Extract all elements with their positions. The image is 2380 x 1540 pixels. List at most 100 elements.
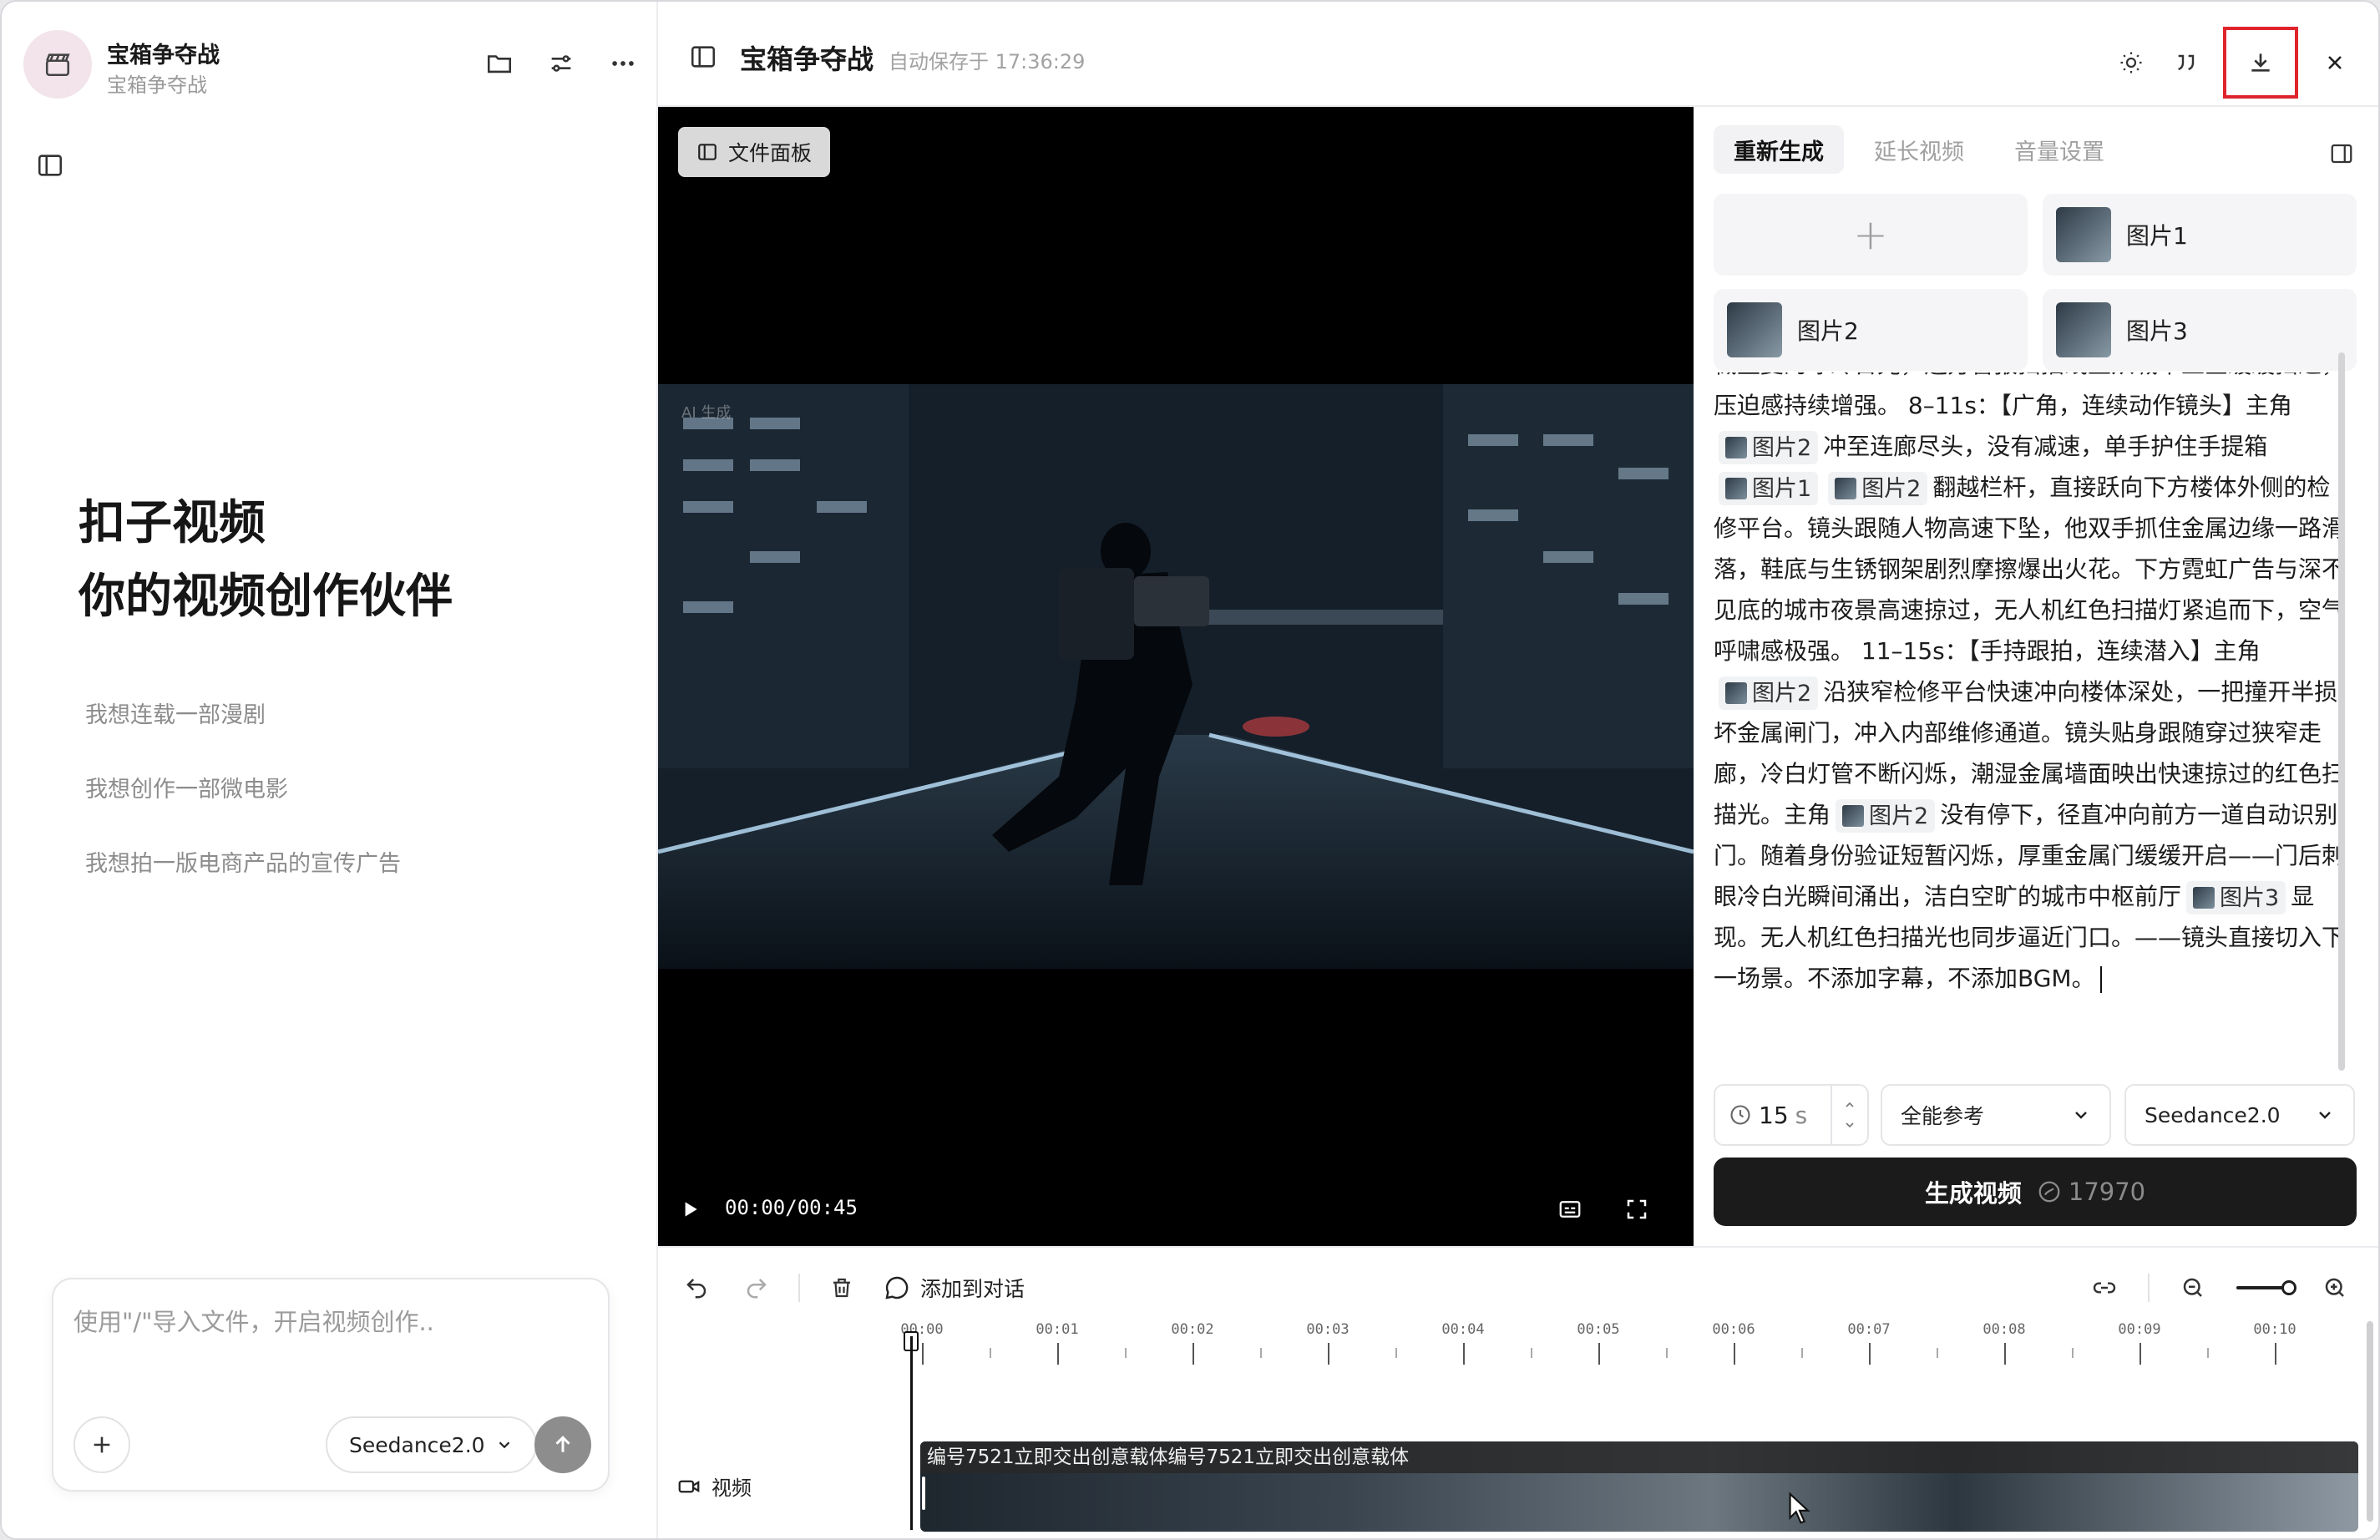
prompt-segment: 械重复的冰冷日光，远方警报扫描线正从城市上空缓缓扫过，压迫感持续增强。 8–11…	[1714, 372, 2345, 419]
settings-button[interactable]	[543, 45, 580, 82]
video-time: 00:00/00:45	[725, 1196, 858, 1219]
theme-button[interactable]	[2113, 44, 2150, 81]
download-button[interactable]	[2223, 27, 2298, 99]
reference-mode-dropdown[interactable]: 全能参考	[1881, 1084, 2111, 1146]
model-label: Seedance2.0	[349, 1432, 485, 1457]
trash-icon	[833, 1278, 850, 1298]
fullscreen-icon	[1627, 1199, 1647, 1219]
zoom-slider-handle[interactable]	[2281, 1280, 2296, 1295]
subtitle-button[interactable]	[1552, 1191, 1588, 1228]
zoom-in-button[interactable]	[2317, 1269, 2353, 1306]
send-button[interactable]	[534, 1416, 591, 1473]
chevron-up-icon[interactable]	[1843, 1098, 1856, 1112]
prompt-segment: 冲至连廊尽头，没有减速，单手护住手提箱	[1823, 433, 2268, 460]
folder-button[interactable]	[481, 45, 518, 82]
timeline-tick-minor	[1937, 1348, 1938, 1358]
toolbar-divider	[2148, 1274, 2150, 1302]
zoom-out-button[interactable]	[2175, 1269, 2211, 1306]
reference-thumbnail	[1727, 302, 1782, 357]
timeline-tick-major	[2139, 1343, 2141, 1365]
project-actions	[481, 45, 641, 82]
chat-bubble-icon	[885, 1276, 909, 1299]
redo-button[interactable]	[738, 1269, 775, 1306]
undo-icon	[686, 1279, 706, 1299]
project-subtitle: 宝箱争夺战	[107, 73, 207, 97]
project-title: 宝箱争夺战	[107, 43, 220, 68]
text-cursor	[2099, 966, 2102, 993]
image-mention-chip[interactable]: 图片2	[1719, 431, 1819, 464]
image-mention-chip[interactable]: 图片3	[2186, 881, 2286, 914]
add-to-chat-button[interactable]: 添加到对话	[884, 1273, 1025, 1303]
timeline-ruler[interactable]: 00:00 00:01 00:02 00:03 00:04 00:05 00:06 00:07…	[900, 1321, 2362, 1371]
file-panel-button[interactable]: 文件面板	[678, 127, 831, 177]
zoom-slider[interactable]	[2236, 1280, 2296, 1295]
autosave-status: 自动保存于 17:36:29	[889, 50, 1086, 73]
panel-toggle-button[interactable]	[685, 38, 722, 75]
reference-mode-value: 全能参考	[1901, 1104, 1985, 1128]
folder-icon	[487, 55, 512, 73]
image-mention-chip[interactable]: 图片2	[1836, 799, 1936, 833]
duration-stepper[interactable]: 15 s	[1714, 1084, 1869, 1146]
clip-trim-handle[interactable]	[922, 1477, 925, 1510]
timeline-tick-major	[1328, 1343, 1329, 1365]
attach-button[interactable]	[73, 1416, 130, 1473]
chevron-down-icon[interactable]	[1843, 1118, 1856, 1132]
timeline-tick-minor	[1395, 1348, 1397, 1358]
timeline-tick-label: 00:07	[1847, 1321, 1891, 1338]
play-icon	[685, 1202, 697, 1217]
image-mention-chip[interactable]: 图片2	[1828, 472, 1928, 505]
prompt-editor[interactable]: 械重复的冰冷日光，远方警报扫描线正从城市上空缓缓扫过，压迫感持续增强。 8–11…	[1714, 372, 2352, 1166]
project-avatar[interactable]	[23, 30, 92, 99]
chat-input[interactable]: 使用"/"导入文件，开启视频创作..	[73, 1303, 434, 1338]
timeline-tick-label: 00:03	[1306, 1321, 1350, 1338]
reference-image-3[interactable]: 图片3	[2043, 289, 2357, 371]
timeline-tick-label: 00:10	[2253, 1321, 2296, 1338]
sidebar-toggle-button[interactable]	[32, 147, 68, 184]
timeline-zoom-controls	[2086, 1264, 2353, 1311]
suggestion-item[interactable]: 我想连载一部漫剧	[85, 697, 266, 729]
fullscreen-button[interactable]	[1618, 1191, 1655, 1228]
prompt-scrollbar[interactable]	[2338, 352, 2345, 1071]
timeline-tick-major	[1734, 1343, 1735, 1365]
video-frame[interactable]: AI 生成	[658, 384, 1694, 969]
redo-icon	[747, 1279, 767, 1299]
link-button[interactable]	[2086, 1269, 2123, 1306]
left-sidebar: 宝箱争夺战 宝箱争夺战 扣子视频 你的视频创作伙伴 我想连载一部漫剧 我想创作一…	[2, 2, 658, 1538]
tab-volume-settings[interactable]: 音量设置	[1994, 125, 2124, 174]
timeline-tick-major	[2004, 1343, 2006, 1365]
clapperboard-icon	[45, 53, 70, 77]
chip-label: 图片2	[1869, 803, 1929, 829]
delete-button[interactable]	[823, 1269, 860, 1306]
quote-icon	[2178, 54, 2195, 71]
suggestion-item[interactable]: 我想拍一版电商产品的宣传广告	[85, 845, 401, 878]
collapse-panel-button[interactable]	[2323, 135, 2360, 172]
undo-button[interactable]	[678, 1269, 715, 1306]
add-reference-button[interactable]: +	[1714, 194, 2028, 276]
generate-video-button[interactable]: 生成视频 17970	[1714, 1158, 2357, 1226]
plus-icon	[94, 1436, 110, 1453]
more-button[interactable]	[605, 45, 641, 82]
video-clip[interactable]: 编号7521立即交出创意载体编号7521立即交出创意载体	[920, 1441, 2358, 1532]
video-track-label: 视频	[676, 1472, 752, 1501]
model-value: Seedance2.0	[2145, 1102, 2281, 1127]
timeline-tick-minor	[990, 1348, 991, 1358]
suggestion-item[interactable]: 我想创作一部微电影	[85, 771, 288, 803]
close-button[interactable]	[2317, 44, 2353, 81]
image-mention-chip[interactable]: 图片2	[1719, 676, 1819, 710]
timeline-scrollbar[interactable]	[2367, 1321, 2373, 1522]
timeline-tick-minor	[1666, 1348, 1668, 1358]
tab-regenerate[interactable]: 重新生成	[1714, 125, 1844, 174]
image-mention-chip[interactable]: 图片1	[1719, 472, 1819, 505]
sun-icon	[2120, 52, 2142, 73]
quote-button[interactable]	[2168, 44, 2205, 81]
model-selector[interactable]: Seedance2.0	[326, 1416, 537, 1473]
chip-label: 图片2	[1752, 680, 1812, 707]
playhead[interactable]	[910, 1336, 913, 1530]
reference-image-2[interactable]: 图片2	[1714, 289, 2028, 371]
play-button[interactable]	[671, 1191, 708, 1228]
tab-extend-video[interactable]: 延长视频	[1854, 125, 1984, 174]
reference-image-1[interactable]: 图片1	[2043, 194, 2357, 276]
chevron-down-icon	[499, 1441, 509, 1449]
sidebar-icon	[38, 155, 63, 176]
model-dropdown[interactable]: Seedance2.0	[2124, 1084, 2355, 1146]
